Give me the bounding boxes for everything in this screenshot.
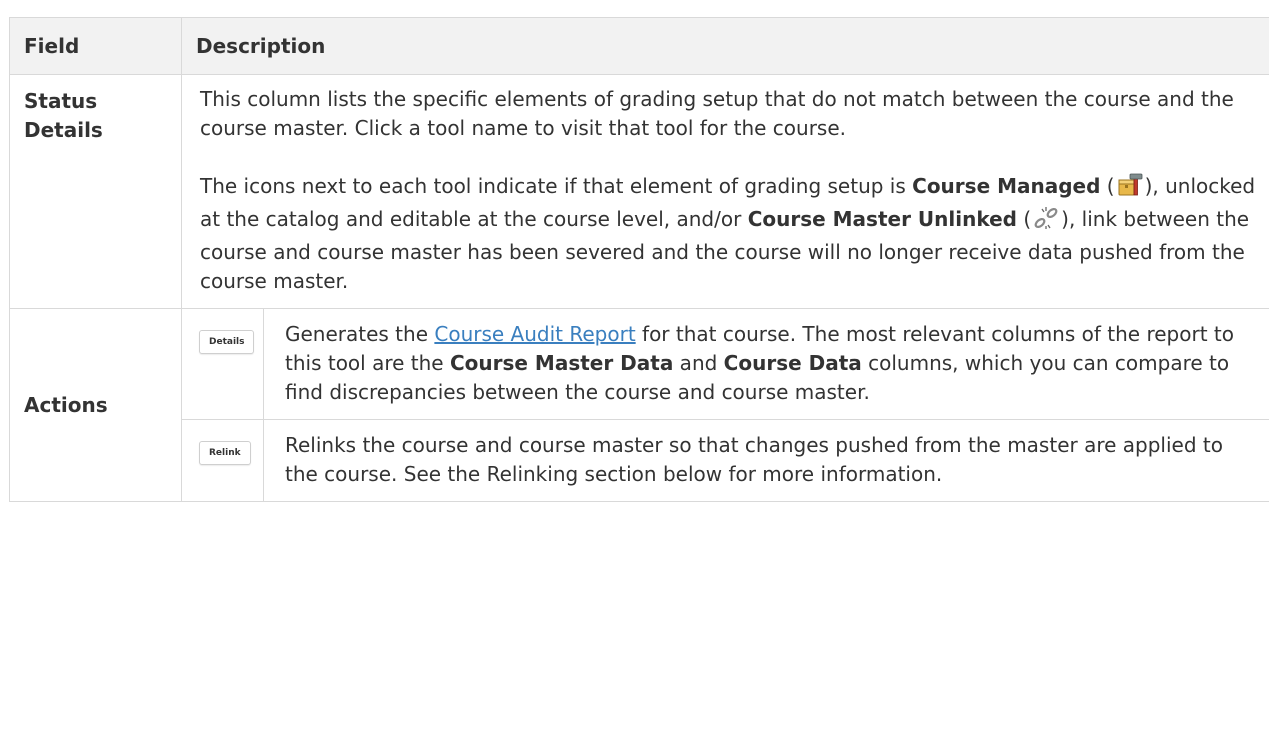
field-description-table: Field Description Status Details This co… — [9, 17, 1269, 502]
status-text-2: ( — [1100, 174, 1115, 198]
course-master-data-term: Course Master Data — [449, 351, 674, 375]
relink-button-cell: Relink — [182, 419, 264, 501]
actions-table: Details Generates the Course Audit Repor… — [182, 309, 1269, 501]
details-button-cell: Details — [182, 309, 264, 420]
status-text-1: The icons next to each tool indicate if … — [200, 174, 913, 198]
relink-description: Relinks the course and course master so … — [263, 419, 1269, 501]
table-header-row: Field Description — [9, 17, 1269, 75]
status-details-paragraph-1: This column lists the specific elements … — [200, 87, 1234, 140]
hammer-toolbox-icon — [1117, 173, 1143, 205]
course-data-term: Course Data — [723, 351, 862, 375]
header-description: Description — [181, 17, 1269, 75]
description-status-details: This column lists the specific elements … — [181, 74, 1269, 309]
details-button[interactable]: Details — [199, 330, 255, 354]
field-actions: Actions — [9, 308, 182, 502]
course-audit-report-link[interactable]: Course Audit Report — [434, 322, 635, 346]
field-status-details: Status Details — [9, 74, 182, 309]
course-managed-term: Course Managed — [912, 174, 1101, 198]
action-row-relink: Relink Relinks the course and course mas… — [182, 419, 1269, 501]
header-field: Field — [9, 17, 182, 75]
details-description: Generates the Course Audit Report for th… — [264, 309, 1269, 420]
relink-button[interactable]: Relink — [199, 441, 251, 465]
details-text-3: and — [673, 351, 724, 375]
field-description-table-wrapper: Field Description Status Details This co… — [9, 17, 1269, 502]
description-actions: Details Generates the Course Audit Repor… — [181, 308, 1269, 502]
table-row-status-details: Status Details This column lists the spe… — [9, 74, 1269, 309]
status-details-paragraph-2: The icons next to each tool indicate if … — [200, 172, 1261, 296]
status-text-4: ( — [1016, 207, 1032, 231]
broken-chain-icon — [1033, 206, 1059, 238]
table-row-actions: Actions Details Generates the Course Aud… — [9, 308, 1269, 502]
course-master-unlinked-term: Course Master Unlinked — [747, 207, 1017, 231]
details-text-1: Generates the — [285, 322, 435, 346]
action-row-details: Details Generates the Course Audit Repor… — [182, 309, 1269, 420]
